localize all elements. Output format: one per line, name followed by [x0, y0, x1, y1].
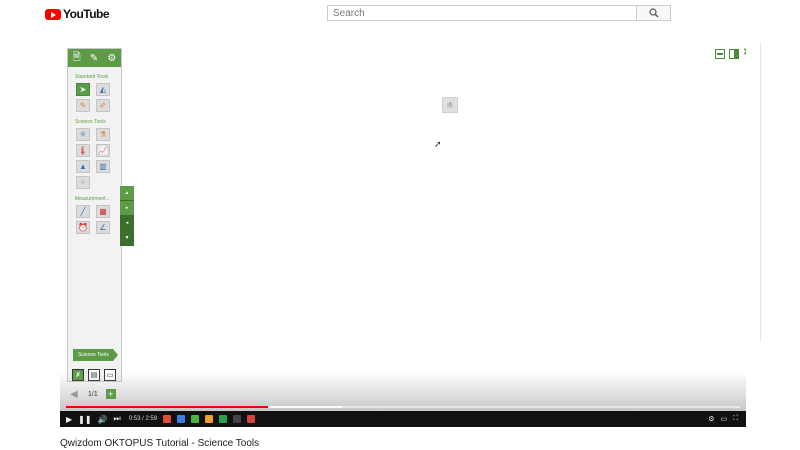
- next-icon[interactable]: ⏭: [114, 414, 121, 424]
- oktopus-tool-panel: 🗎 ✎ ⚙ Standard Tools ➤ ◭ ✎ ✐ Science Too…: [67, 48, 122, 382]
- logo-text: YouTube: [63, 7, 110, 21]
- search-icon: [649, 8, 659, 18]
- molecule-tool-icon[interactable]: ⁘: [76, 176, 90, 189]
- player-controls: ▶ ❚❚ 🔊 ⏭ 0:53 / 2:59 ⚙ ▭ ⛶: [60, 411, 746, 427]
- atom-tool-icon[interactable]: ⚛: [76, 128, 90, 141]
- grid-tool-icon[interactable]: ▦: [96, 205, 110, 218]
- fullscreen-icon[interactable]: ⛶: [733, 415, 738, 423]
- settings-icon[interactable]: ⚙: [708, 415, 714, 423]
- standard-tools-label: Standard Tools: [75, 74, 109, 80]
- science-tools-label: Science Tools: [75, 119, 106, 125]
- search-input[interactable]: Search: [327, 5, 637, 21]
- mouse-cursor-icon: ➚: [434, 139, 442, 149]
- page-navigation: ◀ 1/1 +: [70, 389, 116, 400]
- eraser-tool-icon[interactable]: ◭: [96, 83, 110, 96]
- pause-icon[interactable]: ❚❚: [78, 415, 91, 424]
- youtube-logo[interactable]: YouTube: [45, 7, 110, 21]
- panel-handle-strip[interactable]: ▲ ▸ ◂ ▼: [120, 186, 134, 246]
- restore-icon[interactable]: [729, 49, 739, 59]
- window-controls: ✕: [715, 48, 746, 59]
- handle-up-icon[interactable]: ▲: [120, 186, 134, 201]
- play-icon[interactable]: ▶: [66, 415, 72, 424]
- gear-icon[interactable]: ⚙: [107, 53, 116, 64]
- taskbar-app-1-icon[interactable]: [163, 415, 172, 423]
- youtube-play-icon: [45, 8, 61, 20]
- taskbar-app-4-icon[interactable]: [205, 415, 214, 423]
- pen-tool-icon[interactable]: ✎: [76, 99, 90, 112]
- handle-right-icon[interactable]: ▸: [120, 201, 134, 216]
- highlighter-tool-icon[interactable]: ✐: [96, 99, 110, 112]
- video-player[interactable]: ✕ 🗎 ✎ ⚙ Standard Tools ➤ ◭ ✎ ✐ Science T…: [60, 42, 746, 427]
- taskbar-app-7-icon[interactable]: [247, 415, 256, 423]
- handle-down-icon[interactable]: ▼: [120, 231, 134, 246]
- add-page-button[interactable]: +: [105, 389, 116, 399]
- timer-tool-icon[interactable]: ⏰: [76, 221, 90, 234]
- progress-bar[interactable]: [66, 406, 740, 408]
- taskbar-app-2-icon[interactable]: [177, 415, 186, 423]
- measurement-label: Measurement...: [75, 196, 110, 202]
- ruler-tool-icon[interactable]: ╱: [76, 205, 90, 218]
- player-right-controls: ⚙ ▭ ⛶: [708, 415, 738, 423]
- atom-widget-icon[interactable]: ⚛: [442, 97, 458, 113]
- line-graph-tool-icon[interactable]: 📈: [96, 144, 110, 157]
- previous-page-icon[interactable]: ◀: [70, 389, 80, 400]
- time-display: 0:53 / 2:59: [128, 416, 158, 422]
- pointer-tool-icon[interactable]: ➤: [76, 83, 90, 96]
- protractor-tool-icon[interactable]: ∠: [96, 221, 110, 234]
- controls-gradient: [60, 372, 746, 416]
- current-tool-label: Science Tools: [73, 349, 118, 361]
- minimize-icon[interactable]: [715, 49, 725, 59]
- taskbar-app-3-icon[interactable]: [191, 415, 200, 423]
- progress-played: [66, 406, 269, 408]
- triangle-tool-icon[interactable]: ▲: [76, 160, 90, 173]
- microscope-tool-icon[interactable]: ⚗: [96, 128, 110, 141]
- youtube-header: YouTube Search: [0, 0, 800, 28]
- handle-left-icon[interactable]: ◂: [120, 216, 134, 231]
- document-icon[interactable]: 🗎: [73, 50, 81, 67]
- video-title: Qwizdom OKTOPUS Tutorial - Science Tools: [60, 438, 260, 449]
- taskbar-app-6-icon[interactable]: [233, 415, 242, 423]
- close-icon[interactable]: ✕: [743, 48, 746, 58]
- search-button[interactable]: [637, 5, 671, 21]
- miniplayer-icon[interactable]: ▭: [720, 415, 727, 423]
- page-divider: [760, 42, 761, 342]
- volume-icon[interactable]: 🔊: [98, 415, 108, 424]
- bar-graph-tool-icon[interactable]: ▥: [96, 160, 110, 173]
- edit-icon[interactable]: ✎: [90, 53, 98, 64]
- panel-toolbar: 🗎 ✎ ⚙: [68, 49, 121, 67]
- taskbar-app-5-icon[interactable]: [219, 415, 228, 423]
- thermometer-tool-icon[interactable]: 🌡: [76, 144, 90, 157]
- page-count: 1/1: [88, 390, 98, 398]
